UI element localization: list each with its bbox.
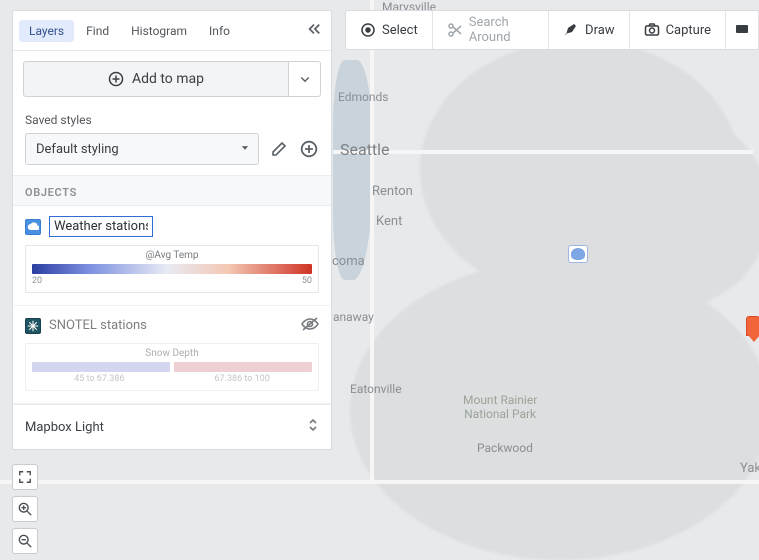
camera-icon	[644, 22, 660, 38]
layer-title[interactable]: SNOTEL stations	[49, 318, 147, 333]
map-label: Kent	[376, 214, 402, 229]
map-label: Mount RainierNational Park	[463, 393, 537, 422]
search-around-label: Search Around	[469, 15, 534, 45]
basemap-sort[interactable]	[307, 417, 319, 437]
tab-find[interactable]: Find	[76, 20, 119, 42]
pen-nib-icon	[563, 22, 579, 38]
tab-info[interactable]: Info	[199, 20, 240, 42]
map-label: Renton	[372, 184, 413, 199]
chevron-up-down-icon	[307, 417, 319, 433]
add-to-map-button[interactable]: Add to map	[23, 61, 289, 97]
legend-right-label: 67.386 to 100	[214, 374, 269, 384]
saved-styles-label: Saved styles	[13, 107, 331, 133]
add-to-map-label: Add to map	[132, 71, 204, 87]
map-label: Packwood	[477, 441, 533, 455]
map-label: anaway	[333, 310, 374, 324]
add-to-map-dropdown[interactable]	[289, 61, 321, 97]
tab-layers[interactable]: Layers	[19, 20, 74, 42]
legend-max: 50	[302, 276, 312, 286]
caret-down-icon	[240, 143, 250, 153]
layer-weather-stations: @Avg Temp 20 50	[13, 206, 331, 306]
map-marker-pin[interactable]	[746, 316, 759, 336]
legend-title: Snow Depth	[32, 348, 312, 359]
legend-title: @Avg Temp	[32, 250, 312, 261]
legend-min: 20	[32, 276, 42, 286]
toolbar-more[interactable]	[726, 11, 759, 49]
map-label: coma	[332, 254, 365, 269]
map-label: Seattle	[340, 140, 390, 159]
layer-title-input[interactable]	[49, 216, 153, 237]
plus-circle-icon	[108, 71, 124, 87]
map-label: Edmonds	[338, 90, 388, 104]
fullscreen-button[interactable]	[12, 464, 38, 490]
collapse-panel[interactable]	[303, 17, 325, 44]
basemap-name: Mapbox Light	[25, 420, 104, 435]
basemap-selector[interactable]: Mapbox Light	[13, 404, 331, 449]
panel-tabs: Layers Find Histogram Info	[13, 11, 331, 51]
add-to-map-row: Add to map	[13, 51, 331, 107]
layer-type-icon	[25, 219, 41, 235]
chevron-down-icon	[299, 73, 311, 85]
map-label: Eatonville	[350, 382, 402, 396]
edit-style-button[interactable]	[269, 139, 289, 159]
capture-label: Capture	[666, 23, 711, 38]
scissors-icon	[447, 22, 463, 38]
layer-type-icon	[25, 318, 41, 334]
target-icon	[360, 22, 376, 38]
layers-panel: Layers Find Histogram Info Add to map Sa…	[12, 10, 332, 450]
draw-label: Draw	[585, 23, 615, 38]
style-select[interactable]: Default styling	[25, 133, 259, 165]
cloud-icon	[27, 222, 39, 232]
chevron-double-left-icon	[307, 22, 321, 36]
tab-histogram[interactable]: Histogram	[121, 20, 197, 42]
layer-legend: Snow Depth 45 to 67.386 67.386 to 100	[25, 343, 319, 391]
zoom-in-button[interactable]	[12, 496, 38, 522]
map-controls	[12, 464, 38, 550]
zoom-out-button[interactable]	[12, 528, 38, 554]
plus-circle-icon	[300, 140, 318, 158]
fullscreen-icon	[18, 470, 32, 484]
layer-legend: @Avg Temp 20 50	[25, 245, 319, 293]
map-toolbar: Select Search Around Draw Capture	[345, 10, 759, 50]
pencil-icon	[271, 141, 287, 157]
capture-tool[interactable]: Capture	[630, 11, 726, 49]
zoom-out-icon	[18, 534, 32, 548]
layer-visibility-toggle[interactable]	[301, 316, 319, 335]
search-around-tool[interactable]: Search Around	[433, 11, 549, 49]
select-label: Select	[382, 23, 418, 38]
map-label: Yak	[740, 461, 759, 476]
legend-left-label: 45 to 67.386	[74, 374, 124, 384]
objects-header: OBJECTS	[13, 176, 331, 206]
device-icon	[734, 22, 750, 38]
legend-gradient	[32, 264, 312, 274]
zoom-in-icon	[18, 502, 32, 516]
legend-split	[32, 362, 312, 372]
eye-off-icon	[301, 317, 319, 331]
draw-tool[interactable]: Draw	[549, 11, 630, 49]
select-tool[interactable]: Select	[346, 11, 433, 49]
style-select-value: Default styling	[36, 142, 119, 157]
layer-snotel-stations: SNOTEL stations Snow Depth 45 to 67.386 …	[13, 306, 331, 404]
new-style-button[interactable]	[299, 139, 319, 159]
snowflake-icon	[27, 320, 39, 332]
map-marker-weather[interactable]	[568, 245, 588, 263]
